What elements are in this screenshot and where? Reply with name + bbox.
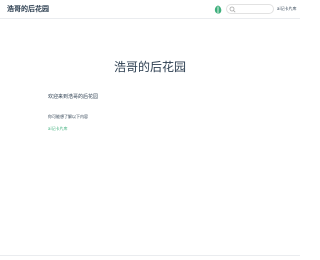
search-icon <box>229 6 236 13</box>
site-name[interactable]: 浩哥的后花园 <box>7 4 49 14</box>
hero-title: 浩哥的后花园 <box>113 60 186 74</box>
search-box[interactable] <box>226 4 274 14</box>
ai-cards-link[interactable]: ai记卡片库 <box>48 126 68 132</box>
footer-divider <box>0 255 300 256</box>
theme-toggle-icon[interactable] <box>214 5 222 14</box>
search-input[interactable] <box>237 5 273 13</box>
welcome-text: 欢迎来到浩哥的后花园 <box>48 94 99 100</box>
nav-link-ai-cards[interactable]: ai记卡片库 <box>277 6 297 12</box>
navbar: 浩哥的后花园 ai记卡片库 <box>0 0 300 19</box>
intro-text: 你可能想了解以下内容 <box>48 114 88 119</box>
